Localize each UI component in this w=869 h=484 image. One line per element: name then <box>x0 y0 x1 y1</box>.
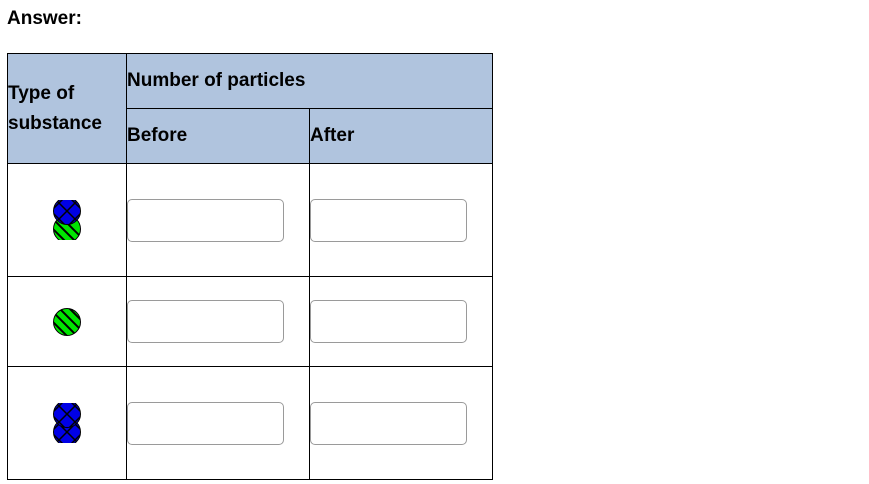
table-row <box>7 366 493 480</box>
after-input-cell <box>309 276 493 367</box>
particles-table: Type of substance Number of particles Be… <box>7 53 493 480</box>
table-row <box>7 276 493 367</box>
after-input-cell <box>309 163 493 277</box>
before-input-cell <box>126 276 310 367</box>
before-header: Before <box>126 108 310 164</box>
before-input-cell <box>126 163 310 277</box>
blue-blue-diatomic-particle-icon <box>53 403 81 443</box>
before-count-input[interactable] <box>127 300 284 343</box>
after-header: After <box>309 108 493 164</box>
blue-green-diatomic-particle-icon <box>53 200 81 240</box>
number-of-particles-header: Number of particles <box>126 53 493 109</box>
substance-cell <box>7 366 127 480</box>
substance-cell <box>7 276 127 367</box>
before-input-cell <box>126 366 310 480</box>
before-count-input[interactable] <box>127 401 284 445</box>
green-single-particle-icon <box>53 307 81 336</box>
after-input-cell <box>309 366 493 480</box>
before-count-input[interactable] <box>127 198 284 242</box>
type-of-substance-header: Type of substance <box>7 53 127 164</box>
table-row <box>7 163 493 277</box>
after-count-input[interactable] <box>310 198 467 242</box>
after-count-input[interactable] <box>310 300 467 343</box>
answer-label: Answer: <box>7 8 82 29</box>
substance-cell <box>7 163 127 277</box>
after-count-input[interactable] <box>310 401 467 445</box>
